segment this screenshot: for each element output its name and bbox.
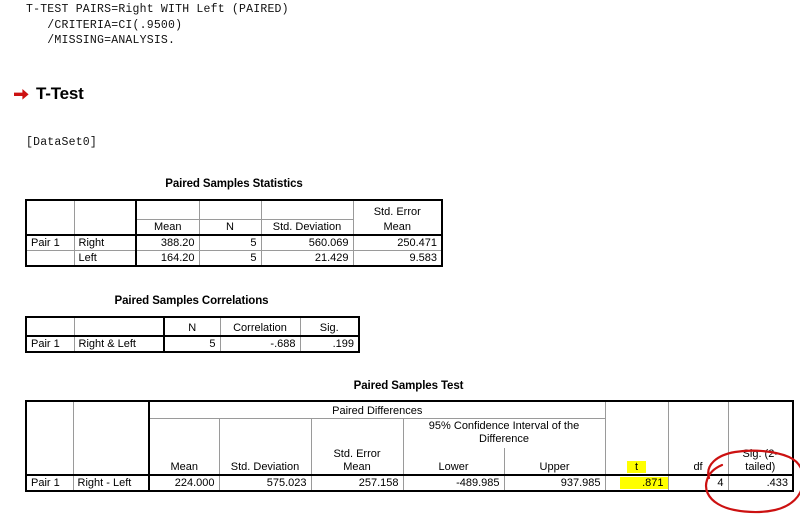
col-lower: Lower xyxy=(402,448,505,476)
col-n: N xyxy=(163,316,221,337)
paired-samples-correlations-table: N Correlation Sig. Pair 1 Right & Left 5… xyxy=(25,316,360,353)
cell-std-error-mean: 9.583 xyxy=(352,250,443,267)
col-std-deviation: Std. Deviation xyxy=(260,219,354,236)
table-row: Pair 1 Right 388.20 5 560.069 250.471 xyxy=(25,234,443,251)
cell-variable: Right xyxy=(73,234,137,251)
dataset-label: [DataSet0] xyxy=(26,136,98,149)
table-header-row: Std. Error xyxy=(25,199,443,220)
cell-variable: Left xyxy=(73,250,137,267)
cell-mean: 164.20 xyxy=(135,250,200,267)
col-upper: Upper xyxy=(503,448,606,476)
col-t-label: t xyxy=(627,461,647,473)
table-row: Pair 1 Right & Left 5 -.688 .199 xyxy=(25,335,360,353)
paired-samples-statistics-title: Paired Samples Statistics xyxy=(165,178,303,190)
cell-t-value: .871 xyxy=(620,477,668,489)
cell-std-error-mean: 250.471 xyxy=(352,234,443,251)
col-std-error-mean-line2: Mean xyxy=(343,461,371,473)
cell-mean: 388.20 xyxy=(135,234,200,251)
col-sig-2tailed: Sig. (2-tailed) xyxy=(727,448,794,476)
cell-pair xyxy=(25,250,75,267)
table-header-group-row: Paired Differences xyxy=(25,400,794,419)
spss-syntax-block: T-TEST PAIRS=Right WITH Left (PAIRED) /C… xyxy=(26,3,289,47)
cell-n: 5 xyxy=(198,250,262,267)
cell-sig-2tailed: .433 xyxy=(727,474,794,492)
col-std-deviation: Std. Deviation xyxy=(218,448,312,476)
col-correlation: Correlation xyxy=(219,316,301,337)
cell-std-deviation: 560.069 xyxy=(260,234,354,251)
cell-pair: Pair 1 xyxy=(25,474,74,492)
paired-samples-test-title: Paired Samples Test xyxy=(353,380,464,392)
cell-n: 5 xyxy=(198,234,262,251)
cell-variable: Right - Left xyxy=(72,474,150,492)
paired-samples-statistics-table: Std. Error Mean N Std. Deviation Mean Pa… xyxy=(25,199,443,267)
cell-lower: -489.985 xyxy=(402,474,505,492)
red-right-arrow-icon xyxy=(14,88,29,101)
col-t: t xyxy=(604,448,669,476)
cell-pair: Pair 1 xyxy=(25,335,75,353)
table-header-ci-row: 95% Confidence Interval of the Differenc… xyxy=(25,417,794,448)
paired-samples-test-table: Paired Differences 95% Confidence Interv… xyxy=(25,400,795,492)
cell-correlation: -.688 xyxy=(219,335,301,353)
group-header-paired-differences: Paired Differences xyxy=(148,400,606,419)
col-std-error-mean-line1: Std. Error xyxy=(373,206,421,218)
table-row: Left 164.20 5 21.429 9.583 xyxy=(25,250,443,267)
cell-mean: 224.000 xyxy=(148,474,220,492)
col-n: N xyxy=(198,219,262,236)
table-header-row: N Correlation Sig. xyxy=(25,316,360,337)
table-header-row-2: Mean N Std. Deviation Mean xyxy=(25,219,443,236)
cell-std-deviation: 575.023 xyxy=(218,474,312,492)
cell-pair: Pair 1 xyxy=(25,234,75,251)
ci-header-line1: 95% Confidence Interval of the xyxy=(428,420,580,433)
col-mean: Mean xyxy=(148,448,220,476)
table-header-row: Mean Std. Deviation Std. Error Mean Lowe… xyxy=(25,448,794,476)
col-sig: Sig. xyxy=(299,316,360,337)
cell-std-deviation: 21.429 xyxy=(260,250,354,267)
paired-samples-correlations-title: Paired Samples Correlations xyxy=(114,295,269,307)
col-std-error-mean-line1: Std. Error xyxy=(333,448,381,460)
cell-upper: 937.985 xyxy=(503,474,606,492)
col-mean: Mean xyxy=(135,219,200,236)
cell-df: 4 xyxy=(667,474,729,492)
page-title: T-Test xyxy=(36,84,84,103)
col-std-error-mean-line2: Mean xyxy=(352,219,443,236)
table-row: Pair 1 Right - Left 224.000 575.023 257.… xyxy=(25,474,794,492)
cell-n: 5 xyxy=(163,335,221,353)
cell-variable: Right & Left xyxy=(73,335,165,353)
col-df: df xyxy=(667,448,729,476)
output-heading: T-Test xyxy=(14,84,84,104)
cell-sig: .199 xyxy=(299,335,360,353)
cell-std-error-mean: 257.158 xyxy=(310,474,404,492)
cell-t: .871 xyxy=(604,474,669,492)
ci-header-line2: Difference xyxy=(479,433,529,446)
